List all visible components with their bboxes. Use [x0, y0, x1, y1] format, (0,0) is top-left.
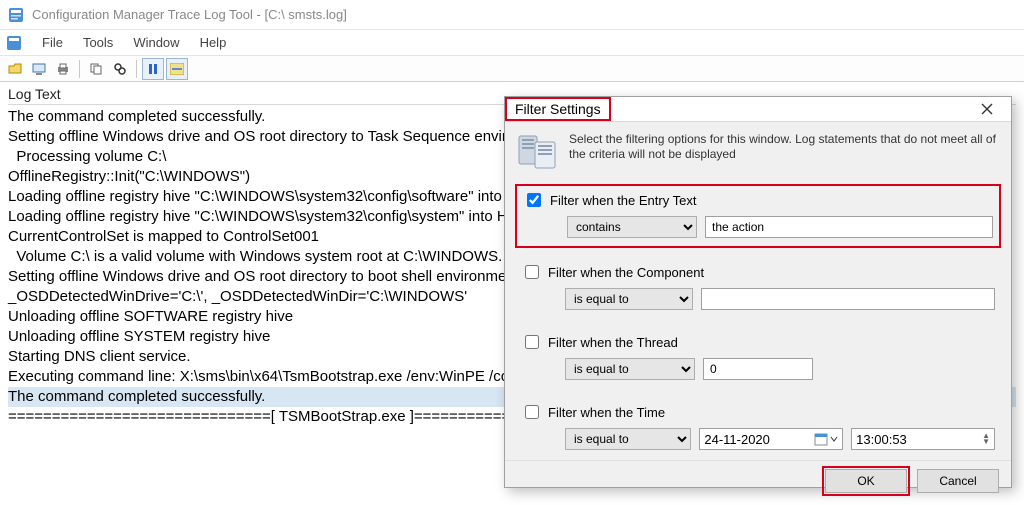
dialog-titlebar: Filter Settings	[505, 97, 1011, 122]
dialog-button-row: OK Cancel	[505, 460, 1011, 505]
filter-time-checkbox[interactable]	[525, 405, 539, 419]
filter-component-value-input[interactable]	[701, 288, 995, 310]
close-icon[interactable]	[969, 97, 1005, 121]
menu-window[interactable]: Window	[123, 33, 189, 52]
filter-time-op-select[interactable]: is equal to	[565, 428, 691, 450]
date-text: 24-11-2020	[704, 432, 770, 447]
pause-icon[interactable]	[142, 58, 164, 80]
window-title: Configuration Manager Trace Log Tool - […	[32, 7, 347, 22]
menubar-icon	[6, 35, 22, 51]
toolbar	[0, 56, 1024, 82]
computer-icon[interactable]	[28, 58, 50, 80]
menu-file[interactable]: File	[32, 33, 73, 52]
filter-entry-checkbox[interactable]	[527, 193, 541, 207]
window-titlebar: Configuration Manager Trace Log Tool - […	[0, 0, 1024, 30]
ok-button[interactable]: OK	[825, 469, 907, 493]
filter-component-block: Filter when the Component is equal to	[515, 258, 1001, 318]
filter-component-checkbox[interactable]	[525, 265, 539, 279]
filter-component-label: Filter when the Component	[548, 265, 704, 280]
chevron-down-icon	[830, 435, 838, 443]
filter-thread-op-select[interactable]: is equal to	[565, 358, 695, 380]
print-icon[interactable]	[52, 58, 74, 80]
filter-settings-dialog: Filter Settings Select the filtering opt…	[504, 96, 1012, 488]
menu-help[interactable]: Help	[190, 33, 237, 52]
open-icon[interactable]	[4, 58, 26, 80]
filter-entry-op-select[interactable]: contains	[567, 216, 697, 238]
spinner-icon[interactable]: ▲▼	[982, 433, 990, 445]
filter-thread-label: Filter when the Thread	[548, 335, 678, 350]
filter-time-block: Filter when the Time is equal to 24-11-2…	[515, 398, 1001, 458]
filter-thread-checkbox[interactable]	[525, 335, 539, 349]
dialog-info-text: Select the filtering options for this wi…	[569, 132, 999, 162]
filter-entry-label: Filter when the Entry Text	[550, 193, 696, 208]
calendar-icon	[814, 432, 828, 446]
filter-component-op-select[interactable]: is equal to	[565, 288, 693, 310]
filter-thread-value-input[interactable]	[703, 358, 813, 380]
menu-tools[interactable]: Tools	[73, 33, 123, 52]
filter-entry-value-input[interactable]	[705, 216, 993, 238]
dialog-info: Select the filtering options for this wi…	[505, 122, 1011, 176]
filter-time-time-input[interactable]: 13:00:53 ▲▼	[851, 428, 995, 450]
dialog-title: Filter Settings	[505, 97, 611, 121]
app-icon	[8, 7, 24, 23]
cancel-button[interactable]: Cancel	[917, 469, 999, 493]
time-text: 13:00:53	[856, 432, 907, 447]
toolbar-separator	[136, 60, 137, 78]
highlight-icon[interactable]	[166, 58, 188, 80]
filter-time-date-input[interactable]: 24-11-2020	[699, 428, 843, 450]
filter-time-label: Filter when the Time	[548, 405, 665, 420]
filter-entry-text-block: Filter when the Entry Text contains	[515, 184, 1001, 248]
toolbar-separator	[79, 60, 80, 78]
filter-thread-block: Filter when the Thread is equal to	[515, 328, 1001, 388]
copy-icon[interactable]	[85, 58, 107, 80]
server-icon	[517, 132, 559, 170]
find-icon[interactable]	[109, 58, 131, 80]
menubar: File Tools Window Help	[0, 30, 1024, 56]
